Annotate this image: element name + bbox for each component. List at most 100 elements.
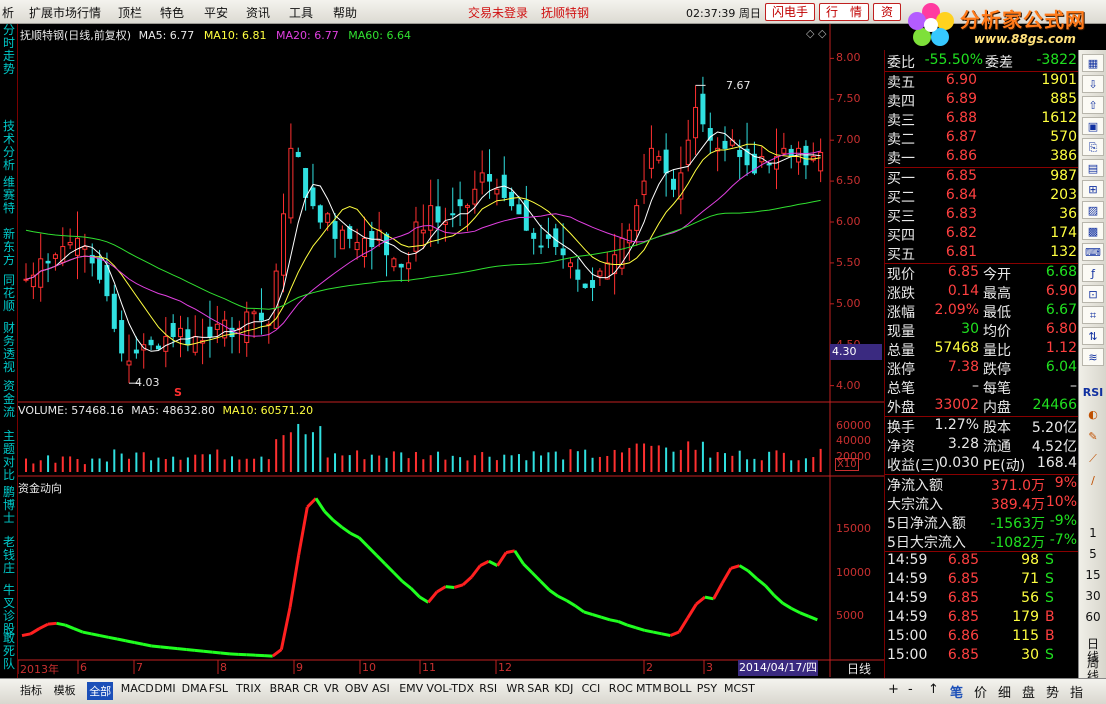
table-icon[interactable]: ⊞ — [1082, 180, 1104, 198]
indicator-tab-fsl[interactable]: FSL — [209, 682, 228, 695]
indicator-tab-trix[interactable]: TRIX — [236, 682, 261, 695]
flash-trade-button[interactable]: 闪电手 — [765, 3, 815, 21]
left-tab-7[interactable]: 主题对比 — [1, 430, 17, 482]
left-tab-1[interactable]: 技术分析 — [1, 120, 17, 172]
indicator-tab-asi[interactable]: ASI — [372, 682, 390, 695]
minute-period-1[interactable]: 1 — [1082, 526, 1104, 540]
indicator-tab-emv[interactable]: EMV — [399, 682, 423, 695]
menu-item-pingan[interactable]: 平安 — [204, 4, 228, 21]
indicator-tab-mtm[interactable]: MTM — [636, 682, 662, 695]
bottom-tab-7[interactable]: 势 — [1046, 682, 1059, 701]
indicator-tab-roc[interactable]: ROC — [609, 682, 633, 695]
stat-value: – — [972, 378, 979, 394]
left-tab-5[interactable]: 财务透视 — [1, 322, 17, 374]
indicator-tab--[interactable]: 全部 — [87, 682, 114, 700]
copy-icon[interactable]: ⎘ — [1082, 138, 1104, 156]
hash-icon[interactable]: ⌗ — [1082, 306, 1104, 324]
indicator-tab-psy[interactable]: PSY — [697, 682, 717, 695]
minute-period-60[interactable]: 60 — [1082, 610, 1104, 624]
left-tab-4[interactable]: 同花顺 — [1, 274, 17, 313]
left-tab-2[interactable]: 维赛特 — [1, 176, 17, 215]
bottom-tab-2[interactable]: ↑ — [928, 682, 939, 697]
sort-icon[interactable]: ⇅ — [1082, 327, 1104, 345]
candle — [567, 262, 573, 268]
draw-tool-icon[interactable]: ◐ — [1082, 406, 1104, 424]
indicator-tab-sar[interactable]: SAR — [527, 682, 549, 695]
matrix-icon[interactable]: ▩ — [1082, 222, 1104, 240]
kline-chart[interactable] — [18, 24, 884, 677]
minute-period-5[interactable]: 5 — [1082, 547, 1104, 561]
left-tab-10[interactable]: 牛叉诊股 — [1, 584, 17, 636]
left-tab-11[interactable]: 敢死队 — [1, 632, 17, 671]
minute-period-15[interactable]: 15 — [1082, 568, 1104, 582]
stat-value: 6.90 — [1045, 283, 1077, 299]
tick-time: 15:00 — [887, 628, 928, 644]
indicator-tab-vol-tdx[interactable]: VOL-TDX — [426, 682, 474, 695]
bottom-tab-8[interactable]: 指 — [1070, 682, 1083, 701]
bottom-tab-1[interactable]: - — [908, 682, 913, 697]
quote-button[interactable]: 行 情 — [819, 3, 869, 21]
left-tab-6[interactable]: 资金流 — [1, 380, 17, 419]
arrow-up-icon[interactable]: ⇧ — [1082, 96, 1104, 114]
window-icon[interactable]: ⊡ — [1082, 285, 1104, 303]
formula-icon[interactable]: ƒ — [1082, 264, 1104, 282]
candle — [82, 246, 88, 250]
grid-icon[interactable]: ▦ — [1082, 54, 1104, 72]
keyboard-icon[interactable]: ⌨ — [1082, 243, 1104, 261]
menu-item-topbar[interactable]: 顶栏 — [118, 4, 142, 21]
indicator-tab-mcst[interactable]: MCST — [724, 682, 755, 695]
draw-tool-icon[interactable]: ⟋ — [1082, 450, 1104, 468]
box-icon[interactable]: ▣ — [1082, 117, 1104, 135]
tick-side: S — [1045, 552, 1054, 568]
indicator-tab-cci[interactable]: CCI — [582, 682, 601, 695]
indicator-tab-kdj[interactable]: KDJ — [554, 682, 573, 695]
indicator-tab--[interactable]: 指标 — [20, 682, 42, 698]
bottom-tab-3[interactable]: 笔 — [950, 682, 963, 701]
menu-item-tools[interactable]: 工具 — [289, 4, 313, 21]
indicator-tab-rsi[interactable]: RSI — [479, 682, 497, 695]
left-tab-8[interactable]: 鹏博士 — [1, 486, 17, 525]
left-tab-0[interactable]: 分时走势 — [1, 24, 17, 76]
chart-area[interactable]: 抚顺特钢(日线,前复权) MA5: 6.77 MA10: 6.81 MA20: … — [18, 24, 884, 677]
panel-option-icon[interactable]: ◇ ◇ — [806, 27, 826, 40]
bottom-tab-5[interactable]: 细 — [998, 682, 1011, 701]
fund-flow-segment — [384, 562, 395, 574]
rsi-button[interactable]: RSI — [1082, 384, 1104, 402]
bottom-tab-6[interactable]: 盘 — [1022, 682, 1035, 701]
draw-tool-icon[interactable]: ✎ — [1082, 428, 1104, 446]
left-tab-3[interactable]: 新东方 — [1, 228, 17, 267]
indicator-tab--[interactable]: 模板 — [54, 682, 76, 698]
left-tab-9[interactable]: 老钱庄 — [1, 536, 17, 575]
indicator-tab-boll[interactable]: BOLL — [663, 682, 691, 695]
wave-icon[interactable]: ≋ — [1082, 348, 1104, 366]
draw-tool-icon[interactable]: ∕ — [1082, 472, 1104, 490]
trade-login-status[interactable]: 交易未登录 — [468, 4, 528, 21]
indicator-tab-brar[interactable]: BRAR — [270, 682, 300, 695]
list-icon[interactable]: ▤ — [1082, 159, 1104, 177]
indicator-tab-wr[interactable]: WR — [506, 682, 525, 695]
menu-item-analysis[interactable]: 析 — [2, 4, 14, 21]
indicator-tab-dmi[interactable]: DMI — [154, 682, 175, 695]
candle — [310, 187, 316, 207]
info-button[interactable]: 资 — [873, 3, 901, 21]
menu-item-special[interactable]: 特色 — [160, 4, 184, 21]
candle — [391, 258, 397, 268]
chart-icon[interactable]: ▨ — [1082, 201, 1104, 219]
candle — [251, 311, 257, 315]
indicator-tab-obv[interactable]: OBV — [345, 682, 368, 695]
indicator-tab-dma[interactable]: DMA — [182, 682, 208, 695]
arrow-down-icon[interactable]: ⇩ — [1082, 75, 1104, 93]
indicator-tab-cr[interactable]: CR — [303, 682, 318, 695]
indicator-tab-macd[interactable]: MACD — [121, 682, 154, 695]
period-label[interactable]: 日线 — [834, 660, 884, 678]
bottom-tab-0[interactable]: + — [888, 682, 899, 697]
tick-side: S — [1045, 571, 1054, 587]
menu-item-news[interactable]: 资讯 — [246, 4, 270, 21]
minute-period-30[interactable]: 30 — [1082, 589, 1104, 603]
menu-item-ext-market[interactable]: 扩展市场行情 — [29, 4, 101, 21]
bid-label: 买二 — [887, 190, 915, 206]
ma10-label: MA10: 6.81 — [203, 29, 267, 42]
menu-item-help[interactable]: 帮助 — [333, 4, 357, 21]
indicator-tab-vr[interactable]: VR — [324, 682, 339, 695]
bottom-tab-4[interactable]: 价 — [974, 682, 987, 701]
